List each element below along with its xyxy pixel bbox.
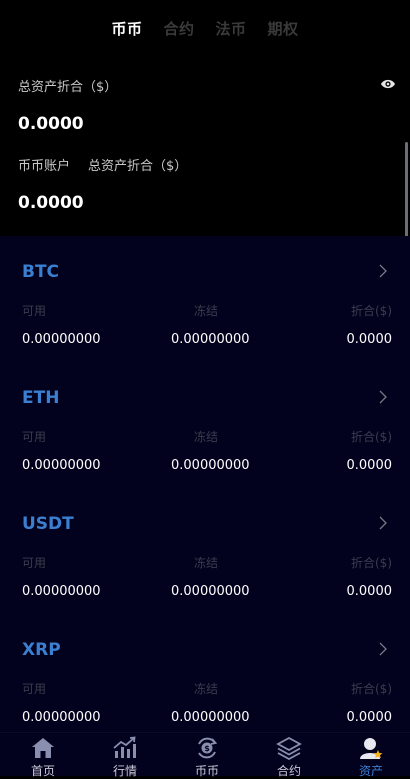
frozen-value: 0.00000000 [171,332,250,347]
converted-value: 0.0000 [346,584,393,599]
available-value: 0.00000000 [22,458,101,473]
available-value: 0.00000000 [22,710,101,725]
top-tab-bar: 币币 合约 法币 期权 [0,0,410,58]
converted-label: 折合($) [351,430,392,444]
nav-home-label: 首页 [30,764,55,778]
available-label: 可用 [22,430,47,444]
nav-assets[interactable]: 资产 [341,733,401,778]
total-assets-value: 0.0000 [18,114,84,134]
frozen-value: 0.00000000 [171,584,250,599]
converted-label: 折合($) [351,682,392,696]
coin-list: BTC 可用 冻结 折合($) 0.00000000 0.00000000 0.… [0,236,410,732]
coin-card-usdt[interactable]: USDT 可用 冻结 折合($) 0.00000000 0.00000000 0… [0,488,410,614]
converted-label: 折合($) [351,556,392,570]
available-label: 可用 [22,556,47,570]
coin-symbol: USDT [22,514,74,534]
available-value: 0.00000000 [22,584,101,599]
available-value: 0.00000000 [22,332,101,347]
available-label: 可用 [22,304,47,318]
converted-value: 0.0000 [346,710,393,725]
coin-exchange-icon: $ [198,737,218,759]
coin-card-btc[interactable]: BTC 可用 冻结 折合($) 0.00000000 0.00000000 0.… [0,236,410,362]
bottom-nav: 首页 行情 $ 币币 合约 资产 [0,732,410,778]
total-assets-label: 总资产折合（$） [18,80,118,95]
spot-account-value: 0.0000 [18,193,84,213]
eye-icon[interactable] [380,78,396,90]
frozen-label: 冻结 [194,556,219,570]
nav-market[interactable]: 行情 [95,733,155,778]
nav-spot-label: 币币 [194,764,219,778]
user-star-icon [360,738,383,759]
chevron-right-icon [379,264,387,278]
asset-summary: 总资产折合（$） 0.0000 币币账户 总资产折合（$） 0.0000 [0,58,410,236]
chevron-right-icon [379,390,387,404]
spot-account-label: 币币账户 [18,159,71,174]
coin-symbol: ETH [22,388,60,408]
nav-market-label: 行情 [112,764,137,778]
tab-contract[interactable]: 合约 [163,18,194,39]
converted-value: 0.0000 [346,458,393,473]
nav-contract-label: 合约 [276,764,301,778]
chevron-right-icon [379,516,387,530]
spot-account-total-label: 总资产折合（$） [88,159,188,174]
coin-card-eth[interactable]: ETH 可用 冻结 折合($) 0.00000000 0.00000000 0.… [0,362,410,488]
nav-home[interactable]: 首页 [13,733,73,778]
nav-assets-label: 资产 [358,764,383,778]
converted-value: 0.0000 [346,332,393,347]
coin-symbol: BTC [22,262,60,282]
frozen-value: 0.00000000 [171,458,250,473]
frozen-label: 冻结 [194,430,219,444]
svg-text:$: $ [204,744,210,753]
frozen-value: 0.00000000 [171,710,250,725]
tab-fiat[interactable]: 法币 [216,18,247,39]
coin-symbol: XRP [22,640,61,660]
tab-spot[interactable]: 币币 [111,18,142,39]
asset-type-tabs: 币币 合约 法币 期权 [0,18,410,39]
converted-label: 折合($) [351,304,392,318]
chevron-right-icon [379,642,387,656]
frozen-label: 冻结 [194,304,219,318]
coin-card-xrp[interactable]: XRP 可用 冻结 折合($) 0.00000000 0.00000000 0.… [0,614,410,732]
tab-options[interactable]: 期权 [268,18,299,39]
frozen-label: 冻结 [194,682,219,696]
available-label: 可用 [22,682,47,696]
home-icon [32,738,54,758]
market-chart-icon [113,736,136,758]
nav-contract[interactable]: 合约 [259,733,319,778]
layers-icon [276,736,302,760]
nav-spot[interactable]: $ 币币 [177,733,237,778]
